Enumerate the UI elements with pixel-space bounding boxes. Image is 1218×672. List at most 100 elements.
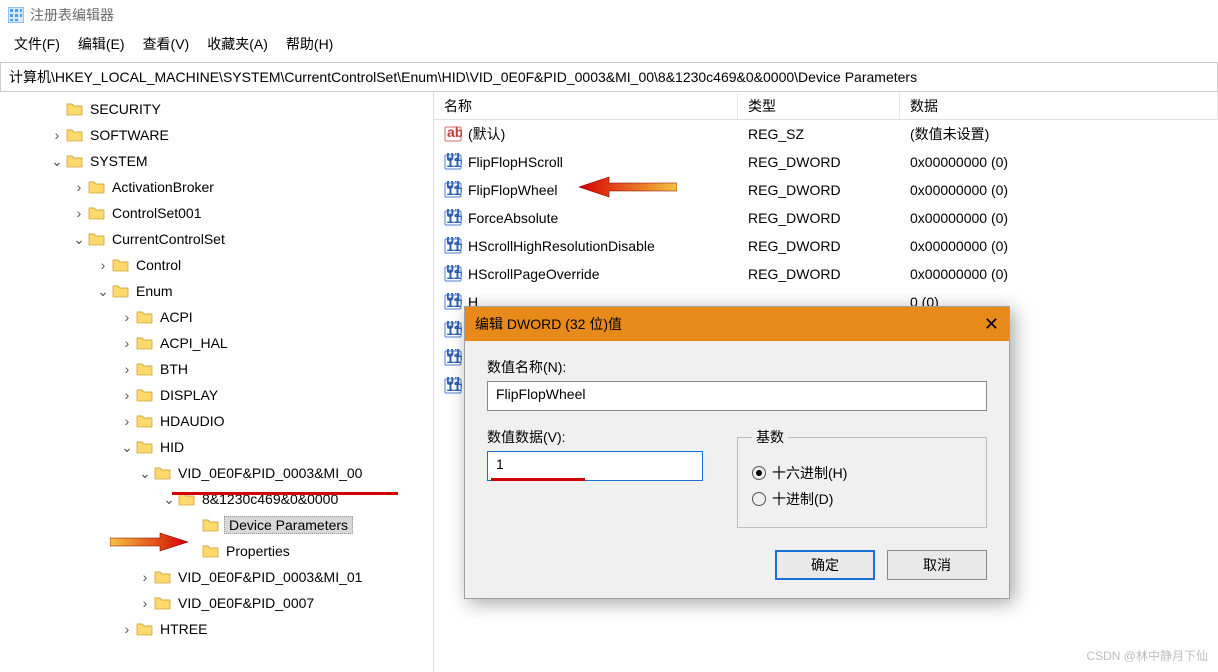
list-header: 名称 类型 数据 — [434, 92, 1218, 120]
radio-hex-row[interactable]: 十六进制(H) — [752, 463, 972, 483]
svg-text:110: 110 — [446, 238, 462, 254]
value-name: FlipFlopHScroll — [468, 154, 563, 170]
chevron-right-icon[interactable]: › — [118, 309, 136, 325]
reg-dword-icon: 011110 — [444, 265, 462, 283]
address-path[interactable]: 计算机\HKEY_LOCAL_MACHINE\SYSTEM\CurrentCon… — [1, 63, 1217, 91]
value-name: FlipFlopWheel — [468, 182, 557, 198]
tree-item-label: BTH — [158, 360, 190, 378]
tree-item-htree[interactable]: ›HTREE — [0, 616, 433, 642]
tree-item-acpi-hal[interactable]: › ACPI_HAL — [0, 330, 433, 356]
tree-item-display[interactable]: ›DISPLAY — [0, 382, 433, 408]
chevron-right-icon[interactable]: › — [94, 257, 112, 273]
chevron-right-icon[interactable]: › — [70, 205, 88, 221]
chevron-right-icon[interactable]: › — [136, 595, 154, 611]
folder-icon — [112, 256, 130, 274]
tree-item-currentcontrolset[interactable]: ⌄CurrentControlSet — [0, 226, 433, 252]
value-row[interactable]: ab(默认)REG_SZ(数值未设置) — [434, 120, 1218, 148]
folder-icon — [66, 126, 84, 144]
tree-item-label: HDAUDIO — [158, 412, 227, 430]
chevron-down-icon[interactable]: ⌄ — [136, 465, 154, 482]
reg-dword-icon: 011110 — [444, 181, 462, 199]
value-type: REG_DWORD — [738, 180, 900, 200]
tree-item-hdaudio[interactable]: › HDAUDIO — [0, 408, 433, 434]
chevron-right-icon[interactable]: › — [118, 361, 136, 377]
tree-pane[interactable]: SECURITY › SOFTWARE ⌄SYSTEM›ActivationBroke… — [0, 92, 434, 672]
chevron-right-icon[interactable]: › — [70, 179, 88, 195]
value-data-field[interactable]: 1 — [487, 451, 703, 481]
svg-text:110: 110 — [446, 182, 462, 198]
tree-item-enum[interactable]: ⌄ Enum — [0, 278, 433, 304]
tree-item-label: SECURITY — [88, 100, 163, 118]
chevron-down-icon[interactable]: ⌄ — [118, 439, 136, 456]
menu-help[interactable]: 帮助(H) — [286, 34, 333, 54]
tree-item-vid-0e0f-pid-0007[interactable]: › VID_0E0F&PID_0007 — [0, 590, 433, 616]
tree-item-hid[interactable]: ⌄ HID — [0, 434, 433, 460]
close-icon[interactable]: ✕ — [984, 314, 999, 335]
tree-item-label: SOFTWARE — [88, 126, 171, 144]
folder-icon — [136, 308, 154, 326]
tree-item-label: ACPI_HAL — [158, 334, 230, 352]
chevron-right-icon[interactable]: › — [118, 387, 136, 403]
col-type[interactable]: 类型 — [738, 92, 900, 119]
menu-fav[interactable]: 收藏夹(A) — [207, 34, 268, 54]
value-type: REG_DWORD — [738, 152, 900, 172]
edit-dword-dialog: 编辑 DWORD (32 位)值 ✕ 数值名称(N): FlipFlopWhee… — [464, 306, 1010, 599]
dialog-body: 数值名称(N): FlipFlopWheel 数值数据(V): 1 基数 十六进… — [465, 341, 1009, 598]
tree-item-label: Enum — [134, 282, 175, 300]
chevron-right-icon[interactable]: › — [118, 413, 136, 429]
value-row[interactable]: 011110FlipFlopHScrollREG_DWORD0x00000000… — [434, 148, 1218, 176]
address-bar[interactable]: 计算机\HKEY_LOCAL_MACHINE\SYSTEM\CurrentCon… — [0, 62, 1218, 92]
folder-icon — [66, 100, 84, 118]
value-name-field[interactable]: FlipFlopWheel — [487, 381, 987, 411]
tree-item-label: VID_0E0F&PID_0007 — [176, 594, 316, 612]
cancel-button[interactable]: 取消 — [887, 550, 987, 580]
chevron-down-icon[interactable]: ⌄ — [70, 231, 88, 248]
chevron-down-icon[interactable]: ⌄ — [94, 283, 112, 300]
folder-icon — [88, 230, 106, 248]
reg-dword-icon: 011110 — [444, 153, 462, 171]
value-row[interactable]: 011110HScrollHighResolutionDisableREG_DW… — [434, 232, 1218, 260]
tree-item-software[interactable]: › SOFTWARE — [0, 122, 433, 148]
tree-item-label: HID — [158, 438, 186, 456]
value-name: ForceAbsolute — [468, 210, 558, 226]
tree-item-vid-0e0f-pid-0003-mi-01[interactable]: ›VID_0E0F&PID_0003&MI_01 — [0, 564, 433, 590]
value-row[interactable]: 011110ForceAbsoluteREG_DWORD0x00000000 (… — [434, 204, 1218, 232]
folder-icon — [202, 516, 220, 534]
tree-item-device-parameters[interactable]: Device Parameters — [0, 512, 433, 538]
tree-item-security[interactable]: SECURITY — [0, 96, 433, 122]
tree-item-label: Device Parameters — [224, 516, 353, 534]
ok-button[interactable]: 确定 — [775, 550, 875, 580]
value-type: REG_DWORD — [738, 208, 900, 228]
value-type: REG_DWORD — [738, 264, 900, 284]
tree-item-vid-0e0f-pid-0003-mi-00[interactable]: ⌄VID_0E0F&PID_0003&MI_00 — [0, 460, 433, 486]
value-row[interactable]: 011110HScrollPageOverrideREG_DWORD0x0000… — [434, 260, 1218, 288]
tree-item-controlset001[interactable]: ›ControlSet001 — [0, 200, 433, 226]
value-data: 0x00000000 (0) — [900, 264, 1218, 284]
svg-text:ab: ab — [447, 125, 462, 140]
col-name[interactable]: 名称 — [434, 92, 738, 119]
tree-item-bth[interactable]: › BTH — [0, 356, 433, 382]
svg-text:110: 110 — [446, 210, 462, 226]
menu-file[interactable]: 文件(F) — [14, 34, 60, 54]
value-row[interactable]: 011110FlipFlopWheelREG_DWORD0x00000000 (… — [434, 176, 1218, 204]
tree-item-system[interactable]: ⌄SYSTEM — [0, 148, 433, 174]
dialog-titlebar[interactable]: 编辑 DWORD (32 位)值 ✕ — [465, 307, 1009, 341]
chevron-right-icon[interactable]: › — [136, 569, 154, 585]
chevron-down-icon[interactable]: ⌄ — [48, 153, 66, 170]
chevron-right-icon[interactable]: › — [118, 621, 136, 637]
radio-dec-row[interactable]: 十进制(D) — [752, 489, 972, 509]
tree-item-properties[interactable]: Properties — [0, 538, 433, 564]
tree-item-acpi[interactable]: ›ACPI — [0, 304, 433, 330]
tree-item-8-1230c469-0-0000[interactable]: ⌄8&1230c469&0&0000 — [0, 486, 433, 512]
tree[interactable]: SECURITY › SOFTWARE ⌄SYSTEM›ActivationBroke… — [0, 96, 433, 642]
col-data[interactable]: 数据 — [900, 92, 1218, 119]
menu-edit[interactable]: 编辑(E) — [78, 34, 125, 54]
menu-view[interactable]: 查看(V) — [143, 34, 190, 54]
radio-unchecked-icon — [752, 492, 766, 506]
tree-item-activationbroker[interactable]: ›ActivationBroker — [0, 174, 433, 200]
base-fieldset: 基数 十六进制(H) 十进制(D) — [737, 427, 987, 528]
chevron-right-icon[interactable]: › — [48, 127, 66, 143]
tree-item-control[interactable]: ›Control — [0, 252, 433, 278]
chevron-right-icon[interactable]: › — [118, 335, 136, 351]
chevron-down-icon[interactable]: ⌄ — [160, 491, 178, 508]
